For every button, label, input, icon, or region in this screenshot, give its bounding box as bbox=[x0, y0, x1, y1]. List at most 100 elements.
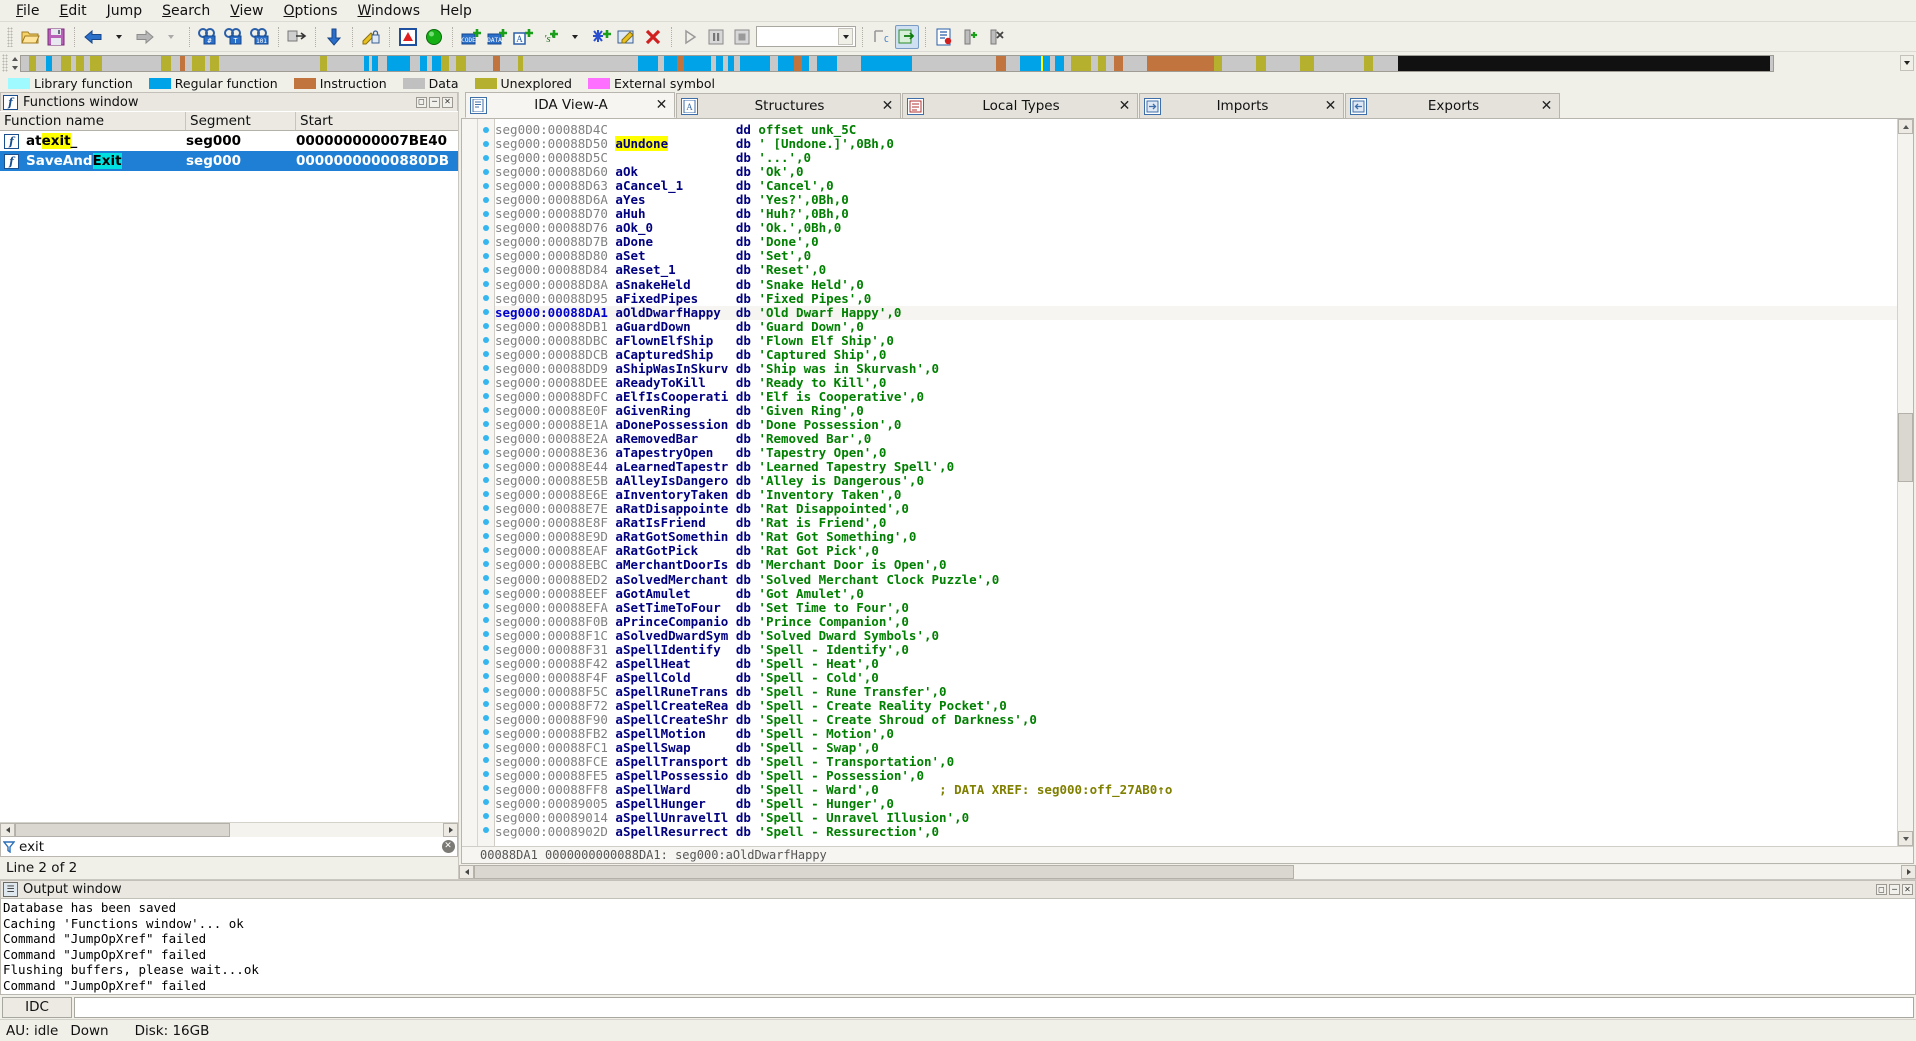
functions-window-titlebar[interactable]: f Functions window ◻ ─ ✕ bbox=[0, 92, 458, 111]
struct-dropdown-icon[interactable] bbox=[563, 25, 587, 49]
line-operand[interactable]: 'Reset',0 bbox=[758, 262, 826, 277]
disassembly-line[interactable]: seg000:00088ED2 aSolvedMerchant db 'Solv… bbox=[495, 572, 1897, 587]
line-operand[interactable]: 'Spell - Ressurection',0 bbox=[758, 824, 939, 839]
disassembly-vertical-scrollbar[interactable] bbox=[1897, 119, 1913, 846]
line-operand[interactable]: 'Solved Merchant Clock Puzzle',0 bbox=[758, 572, 999, 587]
line-symbol-name[interactable]: aUndone bbox=[615, 136, 669, 152]
close-icon[interactable]: ✕ bbox=[1538, 98, 1555, 115]
tab-local-types[interactable]: Local Types ✕ bbox=[902, 93, 1138, 118]
line-symbol-name[interactable]: aGivenRing bbox=[615, 403, 690, 418]
disassembly-line[interactable]: seg000:00088D63 aCancel_1 db 'Cancel',0 bbox=[495, 179, 1897, 193]
scroll-right-icon[interactable] bbox=[443, 823, 458, 837]
line-symbol-name[interactable]: aOldDwarfHappy bbox=[615, 305, 720, 320]
line-operand[interactable]: 'Set Time to Four',0 bbox=[758, 600, 909, 615]
scroll-down-icon[interactable] bbox=[1898, 831, 1913, 846]
line-operand[interactable]: 'Solved Dward Symbols',0 bbox=[758, 628, 939, 643]
close-icon[interactable]: ✕ bbox=[879, 98, 896, 115]
scroll-left-icon[interactable] bbox=[0, 823, 15, 837]
disassembly-line[interactable]: seg000:00088E5B aAlleyIsDangero db 'Alle… bbox=[495, 474, 1897, 488]
line-operand[interactable]: 'Got Amulet',0 bbox=[758, 586, 863, 601]
line-symbol-name[interactable]: aDonePossession bbox=[615, 417, 728, 432]
make-data-icon[interactable]: DATA bbox=[485, 25, 509, 49]
disassembly-line[interactable]: seg000:00088E6E aInventoryTaken db 'Inve… bbox=[495, 488, 1897, 502]
disassembly-line[interactable]: seg000:00088D6A aYes db 'Yes?',0Bh,0 bbox=[495, 193, 1897, 207]
line-symbol-name[interactable]: aSpellIdentify bbox=[615, 642, 720, 657]
disassembly-line[interactable]: seg000:00089005 aSpellHunger db 'Spell -… bbox=[495, 797, 1897, 811]
close-icon[interactable]: ✕ bbox=[1322, 98, 1339, 115]
disassembly-line[interactable]: seg000:00088F42 aSpellHeat db 'Spell - H… bbox=[495, 656, 1897, 671]
disassembly-line[interactable]: seg000:00088F90 aSpellCreateShr db 'Spel… bbox=[495, 712, 1897, 727]
disassembly-line[interactable]: seg000:00088DB1 aGuardDown db 'Guard Dow… bbox=[495, 319, 1897, 334]
navigate-back-icon[interactable] bbox=[81, 25, 105, 49]
line-symbol-name[interactable]: aRatGotPick bbox=[615, 543, 698, 558]
line-symbol-name[interactable]: aSpellPossessio bbox=[615, 768, 728, 783]
line-symbol-name[interactable]: aReadyToKill bbox=[615, 375, 705, 390]
disassembly-line[interactable]: seg000:00088F31 aSpellIdentify db 'Spell… bbox=[495, 642, 1897, 657]
line-symbol-name[interactable]: aLearnedTapestr bbox=[615, 459, 728, 474]
line-operand[interactable]: 'Spell - Create Reality Pocket',0 bbox=[758, 698, 1006, 713]
run-icon[interactable] bbox=[422, 25, 446, 49]
line-symbol-name[interactable]: aElfIsCooperati bbox=[615, 389, 728, 404]
line-operand[interactable]: 'Alley is Dangerous',0 bbox=[758, 473, 924, 488]
disassembly-line[interactable]: seg000:00088F5C aSpellRuneTrans db 'Spel… bbox=[495, 684, 1897, 699]
line-operand[interactable]: 'Spell - Motion',0 bbox=[758, 726, 893, 741]
menu-item-jump[interactable]: Jump bbox=[97, 1, 153, 21]
line-operand[interactable]: 'Learned Tapestry Spell',0 bbox=[758, 459, 954, 474]
line-symbol-name[interactable]: aSpellSwap bbox=[615, 740, 690, 755]
toolbar-grip[interactable] bbox=[7, 26, 13, 47]
line-symbol-name[interactable]: aShipWasInSkurv bbox=[615, 361, 728, 376]
make-ascii-icon[interactable]: A bbox=[511, 25, 535, 49]
line-symbol-name[interactable]: aRatIsFriend bbox=[615, 515, 705, 530]
warning-icon[interactable] bbox=[396, 25, 420, 49]
functions-hscroll-track[interactable] bbox=[15, 823, 443, 837]
disassembly-line[interactable]: seg000:00088FE5 aSpellPossessio db 'Spel… bbox=[495, 769, 1897, 783]
column-header-segment[interactable]: Segment bbox=[186, 112, 296, 130]
line-symbol-name[interactable]: aPrinceCompanio bbox=[615, 614, 728, 629]
line-symbol-name[interactable]: aSpellMotion bbox=[615, 726, 705, 741]
line-operand[interactable]: 'Spell - Unravel Illusion',0 bbox=[758, 810, 969, 825]
output-log[interactable]: Database has been saved Caching 'Function… bbox=[0, 899, 1916, 995]
line-operand[interactable]: 'Ok',0 bbox=[758, 164, 803, 179]
run-debugger-icon[interactable] bbox=[678, 25, 702, 49]
line-symbol-name[interactable]: aGotAmulet bbox=[615, 586, 690, 601]
line-symbol-name[interactable]: aSetTimeToFour bbox=[615, 600, 720, 615]
close-icon[interactable]: ✕ bbox=[653, 97, 670, 114]
menu-item-windows[interactable]: Windows bbox=[348, 1, 431, 21]
notepad-icon[interactable] bbox=[932, 25, 956, 49]
line-symbol-name[interactable]: aSpellResurrect bbox=[615, 824, 728, 839]
tab-imports[interactable]: Imports ✕ bbox=[1139, 93, 1344, 118]
save-icon[interactable] bbox=[44, 25, 68, 49]
line-operand[interactable]: 'Done Possession',0 bbox=[758, 417, 901, 432]
line-symbol-name[interactable]: aSpellCreateShr bbox=[615, 712, 728, 727]
line-operand[interactable]: 'Rat Disappointed',0 bbox=[758, 501, 909, 516]
disassembly-vscroll-track[interactable] bbox=[1898, 134, 1913, 831]
line-symbol-name[interactable]: aCancel_1 bbox=[615, 178, 683, 193]
line-operand[interactable]: 'Huh?',0Bh,0 bbox=[758, 206, 848, 221]
close-button[interactable]: ✕ bbox=[442, 96, 453, 108]
line-symbol-name[interactable]: aYes bbox=[615, 192, 645, 207]
tab-ida-view-a[interactable]: IDA View-A ✕ bbox=[465, 92, 675, 118]
disassembly-line[interactable]: seg000:00088E44 aLearnedTapestr db 'Lear… bbox=[495, 460, 1897, 474]
search-text-icon[interactable]: T bbox=[222, 25, 246, 49]
line-operand[interactable]: 'Old Dwarf Happy',0 bbox=[758, 305, 901, 320]
debugger-select[interactable] bbox=[756, 26, 856, 47]
disassembly-line[interactable]: seg000:00088D60 aOk db 'Ok',0 bbox=[495, 165, 1897, 179]
close-button[interactable]: ✕ bbox=[1902, 884, 1913, 895]
line-operand[interactable]: '...',0 bbox=[758, 150, 811, 165]
line-operand[interactable]: 'Captured Ship',0 bbox=[758, 347, 886, 362]
line-operand[interactable]: 'Rat is Friend',0 bbox=[758, 515, 886, 530]
edit-function-icon[interactable] bbox=[359, 25, 383, 49]
line-symbol-name[interactable]: aSolvedMerchant bbox=[615, 572, 728, 587]
disassembly-line[interactable]: seg000:00088DCB aCapturedShip db 'Captur… bbox=[495, 347, 1897, 362]
disassembly-line[interactable]: seg000:00088F72 aSpellCreateRea db 'Spel… bbox=[495, 698, 1897, 713]
line-operand[interactable]: 'Guard Down',0 bbox=[758, 319, 863, 334]
disassembly-line[interactable]: seg000:00088D76 aOk_0 db 'Ok.',0Bh,0 bbox=[495, 221, 1897, 235]
menu-item-file[interactable]: FFileile bbox=[6, 1, 49, 21]
navband-grip[interactable] bbox=[2, 54, 8, 72]
open-file-icon[interactable] bbox=[18, 25, 42, 49]
line-operand[interactable]: 'Spell - Create Shroud of Darkness',0 bbox=[758, 712, 1036, 727]
line-symbol-name[interactable]: aMerchantDoorIs bbox=[615, 557, 728, 572]
pause-icon[interactable] bbox=[704, 25, 728, 49]
make-code-icon[interactable]: CODE bbox=[459, 25, 483, 49]
jump-down-icon[interactable] bbox=[322, 25, 346, 49]
